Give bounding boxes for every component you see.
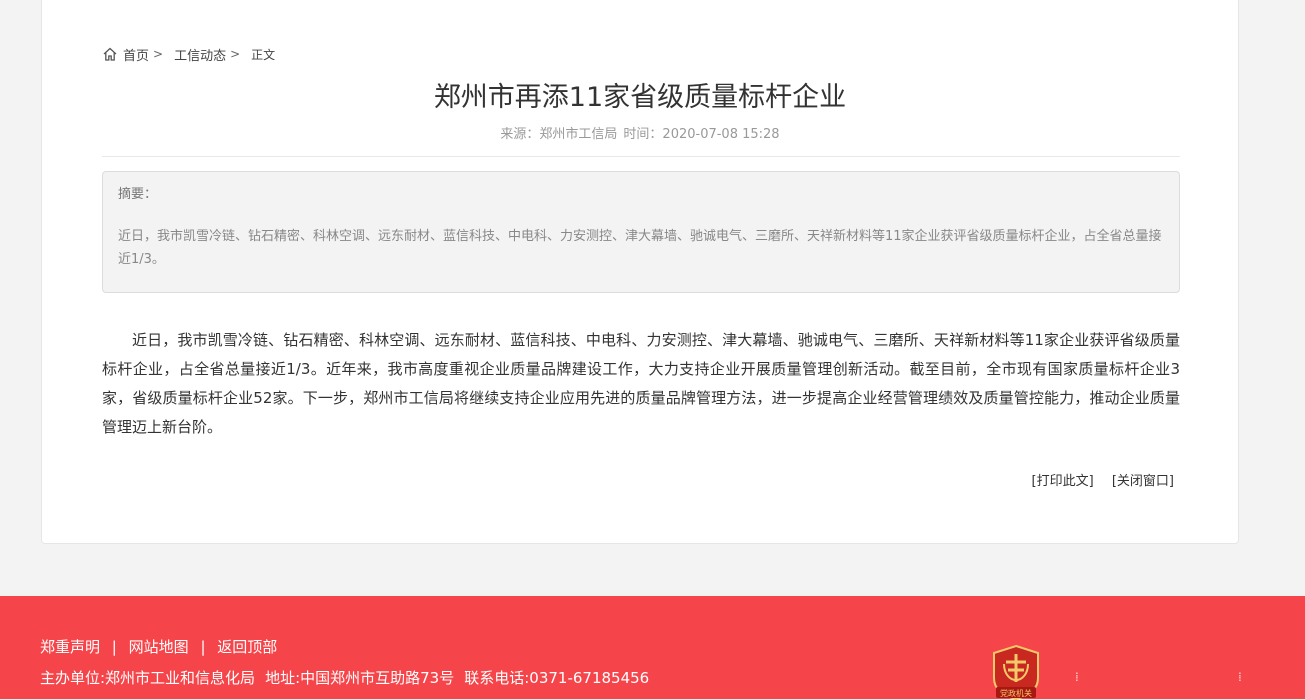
footer-info: 主办单位:郑州市工业和信息化局 地址:中国郑州市互助路73号 联系电话:0371-6… — [40, 667, 649, 688]
article-tools: [打印此文] [关闭窗口] — [1032, 470, 1174, 489]
print-button[interactable]: [打印此文] — [1032, 474, 1094, 489]
footer-link-separator: | — [200, 638, 206, 656]
article-source: 来源：郑州市工信局 — [500, 127, 618, 142]
footer-link-sitemap[interactable]: 网站地图 — [129, 638, 189, 656]
footer: 郑重声明 | 网站地图 | 返回顶部 主办单位:郑州市工业和信息化局 地址:中国郑… — [0, 596, 1305, 700]
footer-link-separator: | — [111, 638, 117, 656]
footer-link-disclaimer[interactable]: 郑重声明 — [40, 638, 100, 656]
article-card: 首页 > 工信动态 > 正文 郑州市再添11家省级质量标杆企业 来源：郑州市工信… — [41, 0, 1239, 544]
breadcrumb: 首页 > 工信动态 > 正文 — [102, 44, 275, 64]
footer-link-back-to-top[interactable]: 返回顶部 — [217, 638, 277, 656]
home-icon — [103, 47, 117, 61]
chevron-right-icon: > — [230, 47, 241, 61]
party-government-badge-icon[interactable]: 党政机关 — [990, 644, 1042, 700]
close-window-button[interactable]: [关闭窗口] — [1112, 474, 1174, 489]
footer-links: 郑重声明 | 网站地图 | 返回顶部 — [40, 636, 277, 657]
footer-divider-dots: ⁞ — [1075, 670, 1079, 684]
article-time: 时间：2020-07-08 15:28 — [623, 127, 780, 142]
chevron-right-icon: > — [153, 47, 164, 61]
footer-address: 地址:中国郑州市互助路73号 — [265, 669, 455, 687]
article-body: 近日，我市凯雪冷链、钻石精密、科林空调、远东耐材、蓝信科技、中电科、力安测控、津… — [102, 331, 1180, 436]
footer-phone: 联系电话:0371-67185456 — [464, 669, 650, 687]
breadcrumb-current: 正文 — [251, 47, 276, 62]
divider — [102, 156, 1180, 157]
breadcrumb-section-link[interactable]: 工信动态 — [174, 45, 226, 64]
breadcrumb-home-link[interactable]: 首页 — [123, 45, 149, 64]
abstract-box: 摘要： 近日，我市凯雪冷链、钻石精密、科林空调、远东耐材、蓝信科技、中电科、力安… — [102, 171, 1180, 293]
footer-divider-dots: ⁞ — [1238, 670, 1242, 684]
article-meta: 来源：郑州市工信局 时间：2020-07-08 15:28 — [42, 123, 1238, 142]
abstract-label: 摘要： — [118, 187, 158, 202]
footer-host: 主办单位:郑州市工业和信息化局 — [40, 669, 256, 687]
article-title: 郑州市再添11家省级质量标杆企业 — [433, 82, 847, 113]
abstract-text: 近日，我市凯雪冷链、钻石精密、科林空调、远东耐材、蓝信科技、中电科、力安测控、津… — [118, 229, 1162, 267]
badge-text: 党政机关 — [1000, 688, 1032, 698]
